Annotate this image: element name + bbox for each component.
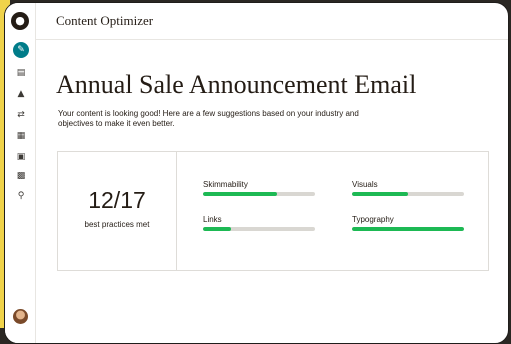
metric-label: Visuals <box>352 180 378 189</box>
app-window: ● ✎ ▤ ▲ ⇄ ▦ ▣ ▩ ⚲ Content Optimizer Annu… <box>4 2 509 344</box>
content-icon[interactable]: ▣ <box>14 151 28 163</box>
contacts-icon[interactable]: ▤ <box>14 67 28 79</box>
automations-icon[interactable]: ⇄ <box>14 109 28 121</box>
page-title: Annual Sale Announcement Email <box>56 70 417 99</box>
score-value: 12/17 <box>88 187 146 213</box>
progress-fill <box>203 192 277 196</box>
progress-fill <box>352 227 464 231</box>
app-title: Content Optimizer <box>56 13 154 28</box>
pencil-icon[interactable]: ✎ <box>13 42 29 58</box>
summary-card: 12/17 best practices met Skimmability Vi… <box>57 151 489 271</box>
score-label: best practices met <box>84 220 150 229</box>
metric-links[interactable]: Links <box>203 215 315 245</box>
progress-track <box>203 227 315 231</box>
progress-fill <box>352 192 408 196</box>
mailchimp-logo-icon[interactable]: ● <box>11 12 29 30</box>
integrations-icon[interactable]: ▩ <box>14 170 28 182</box>
progress-fill <box>203 227 231 231</box>
metric-label: Links <box>203 215 222 224</box>
top-bar: Content Optimizer <box>36 3 508 40</box>
metric-label: Typography <box>352 215 394 224</box>
progress-track <box>203 192 315 196</box>
sidebar: ● ✎ ▤ ▲ ⇄ ▦ ▣ ▩ ⚲ <box>5 3 36 343</box>
progress-track <box>352 227 464 231</box>
progress-track <box>352 192 464 196</box>
metric-typography[interactable]: Typography <box>352 215 464 245</box>
intro-text: Your content is looking good! Here are a… <box>58 109 359 128</box>
main-content: Annual Sale Announcement Email Your cont… <box>36 40 508 343</box>
score-panel: 12/17 best practices met <box>58 152 177 270</box>
search-icon[interactable]: ⚲ <box>14 190 28 202</box>
campaigns-icon[interactable]: ▲ <box>14 88 28 100</box>
metric-label: Skimmability <box>203 180 248 189</box>
avatar[interactable] <box>13 309 28 324</box>
website-icon[interactable]: ▦ <box>14 130 28 142</box>
metric-visuals[interactable]: Visuals <box>352 180 464 210</box>
metric-skimmability[interactable]: Skimmability <box>203 180 315 210</box>
